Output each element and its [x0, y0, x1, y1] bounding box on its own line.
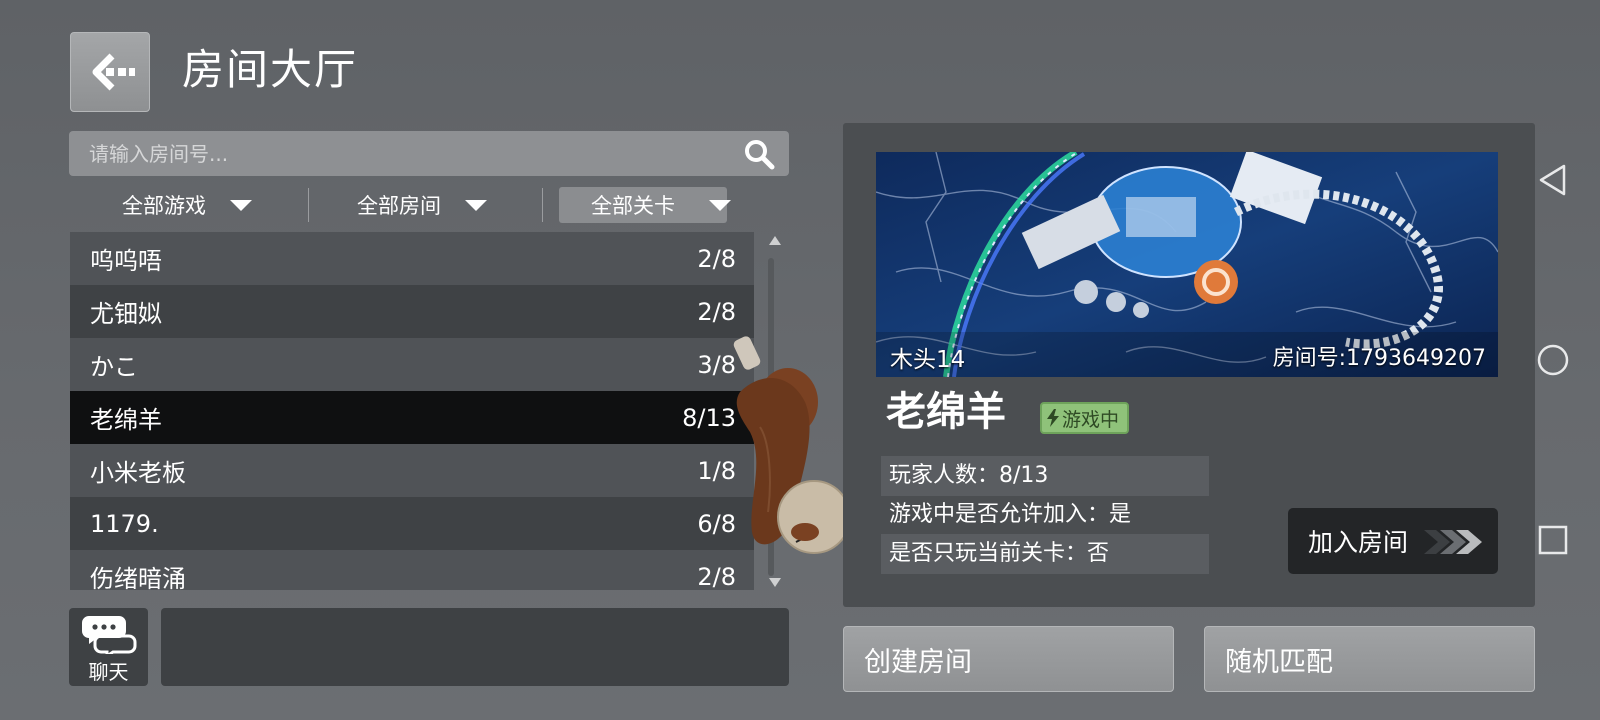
- player-count-info: 玩家人数：8/13: [881, 456, 1209, 496]
- page-title: 房间大厅: [182, 45, 359, 94]
- join-room-label: 加入房间: [1308, 528, 1409, 557]
- room-name: 1179.: [90, 509, 159, 538]
- room-row[interactable]: 小米老板 1/8: [70, 444, 754, 497]
- nav-home-icon[interactable]: [1536, 343, 1570, 377]
- room-name: 老绵羊: [90, 406, 162, 434]
- chat-label: 聊天: [88, 660, 129, 684]
- filter-room-label: 全部房间: [357, 194, 441, 218]
- room-row[interactable]: かこ 3/8: [70, 338, 754, 391]
- room-search-input[interactable]: [69, 131, 729, 176]
- room-name: 尤钿姒: [90, 300, 162, 328]
- room-owner-name: 木头14: [890, 347, 966, 373]
- room-status-badge: 游戏中: [1040, 402, 1130, 434]
- chevron-down-icon: [230, 199, 252, 211]
- room-name: 伤绪暗涌: [90, 565, 186, 590]
- filter-level-dropdown[interactable]: 全部关卡: [591, 186, 731, 224]
- back-arrow-icon: [92, 53, 135, 91]
- filter-room-dropdown[interactable]: 全部房间: [357, 186, 487, 224]
- scroll-up-arrow-icon[interactable]: [769, 236, 781, 245]
- room-name: 小米老板: [90, 459, 186, 487]
- room-row[interactable]: 呜呜唔 2/8: [70, 232, 754, 285]
- filter-game-dropdown[interactable]: 全部游戏: [122, 186, 252, 224]
- back-button[interactable]: [70, 32, 150, 112]
- room-player-count: 2/8: [697, 244, 736, 273]
- chevron-down-icon: [465, 199, 487, 211]
- nav-recents-icon[interactable]: [1536, 523, 1570, 557]
- random-match-button[interactable]: 随机匹配: [1204, 626, 1535, 692]
- room-row[interactable]: 伤绪暗涌 2/8: [70, 550, 754, 590]
- allow-join-info: 游戏中是否允许加入：是: [889, 502, 1132, 527]
- scroll-down-arrow-icon[interactable]: [769, 578, 781, 587]
- room-id: 房间号:1793649207: [1272, 346, 1486, 371]
- chat-button[interactable]: 聊天: [69, 608, 148, 686]
- lightning-icon: [1047, 409, 1059, 427]
- filter-game-label: 全部游戏: [122, 194, 206, 218]
- filter-level-label: 全部关卡: [591, 194, 675, 218]
- chat-message-box[interactable]: [161, 608, 789, 686]
- room-row[interactable]: 1179. 6/8: [70, 497, 754, 550]
- chat-bubble-icon: [81, 616, 136, 654]
- room-detail-name: 老绵羊: [886, 389, 1006, 435]
- current-level-only-info: 是否只玩当前关卡：否: [881, 534, 1209, 574]
- room-status-text: 游戏中: [1062, 408, 1120, 431]
- join-room-button[interactable]: 加入房间: [1288, 508, 1498, 574]
- chevron-down-icon: [709, 199, 731, 211]
- room-row-selected[interactable]: 老绵羊 8/13: [70, 391, 754, 444]
- room-row[interactable]: 尤钿姒 2/8: [70, 285, 754, 338]
- room-name: かこ: [90, 353, 138, 381]
- filter-divider: [542, 188, 543, 222]
- room-search-bar: [69, 131, 789, 176]
- nav-back-icon[interactable]: [1536, 163, 1570, 197]
- create-room-button[interactable]: 创建房间: [843, 626, 1174, 692]
- room-player-count: 2/8: [697, 297, 736, 326]
- double-chevron-right-icon: [1424, 530, 1482, 554]
- filter-divider: [308, 188, 309, 222]
- search-icon[interactable]: [743, 138, 775, 170]
- room-list: 呜呜唔 2/8 尤钿姒 2/8 かこ 3/8 老绵羊 8/13 小米老板 1/8…: [70, 232, 754, 590]
- room-name: 呜呜唔: [90, 247, 162, 275]
